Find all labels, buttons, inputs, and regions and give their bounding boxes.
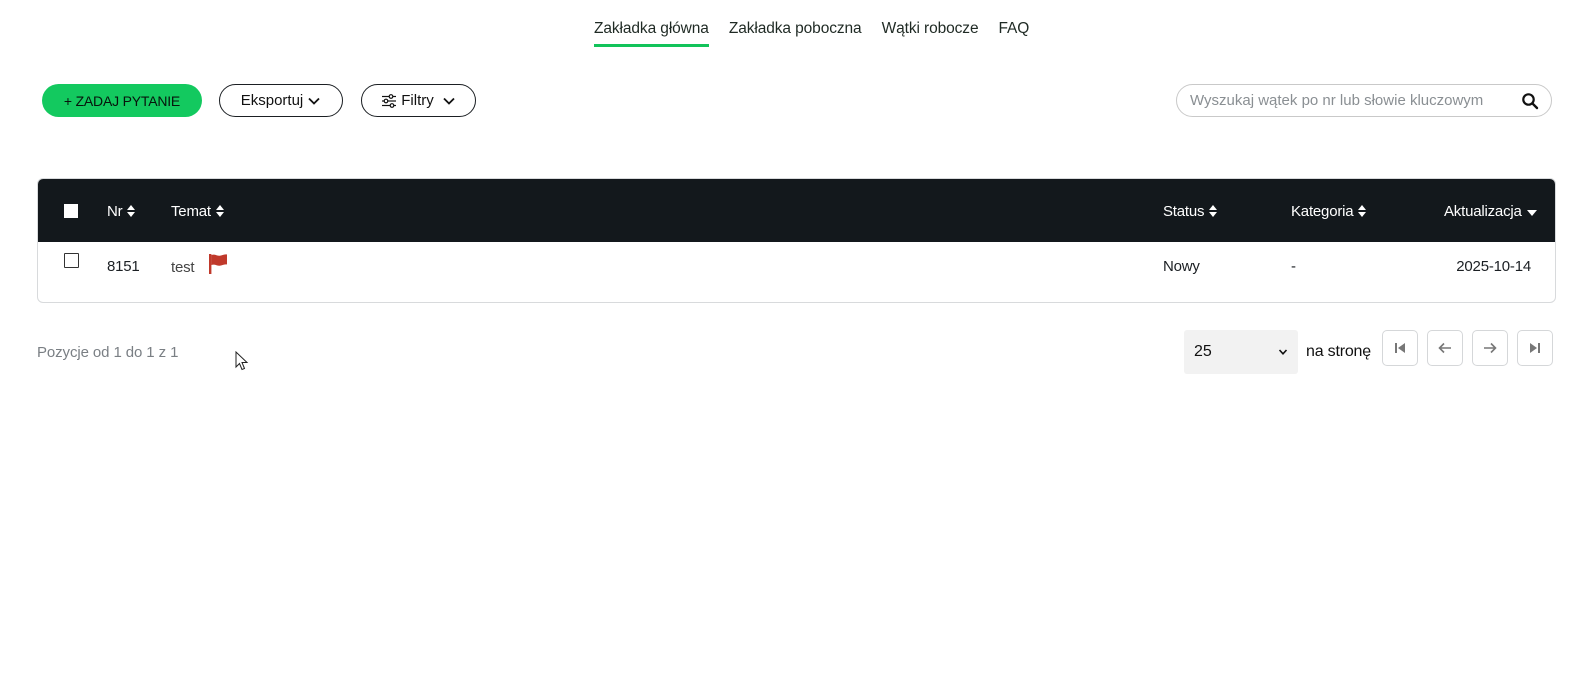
- table-header: Nr Temat Status Kategoria Aktualizacja: [38, 179, 1555, 242]
- header-temat[interactable]: Temat: [171, 203, 224, 220]
- cell-temat[interactable]: test: [171, 259, 195, 276]
- ask-question-button[interactable]: + ZADAJ PYTANIE: [42, 84, 202, 117]
- threads-table: Nr Temat Status Kategoria Aktualizacja 8…: [37, 178, 1556, 303]
- mouse-cursor-icon: [235, 351, 249, 371]
- header-nr[interactable]: Nr: [107, 203, 136, 220]
- last-page-button[interactable]: [1517, 330, 1553, 366]
- tab-faq[interactable]: FAQ: [998, 20, 1029, 47]
- cell-kategoria: -: [1291, 258, 1296, 275]
- per-page-label: na stronę: [1306, 343, 1371, 360]
- red-flag-icon: [209, 254, 227, 274]
- header-kategoria[interactable]: Kategoria: [1291, 203, 1367, 220]
- tab-main[interactable]: Zakładka główna: [594, 20, 709, 47]
- filter-button[interactable]: Filtry: [361, 84, 476, 117]
- chevron-down-icon: [443, 97, 455, 105]
- row-checkbox[interactable]: [64, 253, 79, 268]
- arrow-left-icon: [1438, 342, 1451, 354]
- chevron-down-icon: [308, 97, 320, 105]
- per-page-select[interactable]: 25: [1184, 330, 1298, 374]
- sort-icon: [1209, 205, 1218, 218]
- first-page-icon: [1395, 343, 1405, 353]
- cell-aktualizacja: 2025-10-14: [1456, 258, 1531, 275]
- export-label: Eksportuj: [240, 92, 304, 109]
- sliders-icon: [382, 93, 397, 108]
- pagination-info: Pozycje od 1 do 1 z 1: [37, 344, 179, 361]
- select-all-checkbox[interactable]: [64, 204, 78, 218]
- header-aktualizacja[interactable]: Aktualizacja: [1444, 203, 1537, 220]
- prev-page-button[interactable]: [1427, 330, 1463, 366]
- header-status[interactable]: Status: [1163, 203, 1218, 220]
- next-page-button[interactable]: [1472, 330, 1508, 366]
- header-status-label: Status: [1163, 203, 1205, 220]
- export-button[interactable]: Eksportuj: [219, 84, 343, 117]
- sort-icon: [127, 205, 136, 218]
- sort-icon: [215, 205, 224, 218]
- chevron-down-icon: [1278, 349, 1288, 355]
- last-page-icon: [1530, 343, 1540, 353]
- cell-status: Nowy: [1163, 258, 1200, 275]
- tab-drafts[interactable]: Wątki robocze: [882, 20, 979, 47]
- filter-label: Filtry: [401, 92, 434, 109]
- header-kategoria-label: Kategoria: [1291, 203, 1354, 220]
- search-icon[interactable]: [1521, 92, 1539, 110]
- cell-nr: 8151: [107, 258, 140, 275]
- per-page-value: 25: [1194, 343, 1212, 360]
- tab-secondary[interactable]: Zakładka poboczna: [729, 20, 862, 47]
- table-row[interactable]: 8151 test Nowy - 2025-10-14: [38, 242, 1555, 302]
- main-tabs: Zakładka główna Zakładka poboczna Wątki …: [594, 20, 1029, 47]
- first-page-button[interactable]: [1382, 330, 1418, 366]
- header-nr-label: Nr: [107, 203, 123, 220]
- sort-icon: [1358, 205, 1367, 218]
- header-temat-label: Temat: [171, 203, 211, 220]
- search-box: [1176, 84, 1552, 117]
- sort-desc-icon: [1526, 209, 1537, 216]
- search-input[interactable]: [1190, 92, 1520, 109]
- header-aktualizacja-label: Aktualizacja: [1444, 203, 1522, 220]
- arrow-right-icon: [1484, 342, 1497, 354]
